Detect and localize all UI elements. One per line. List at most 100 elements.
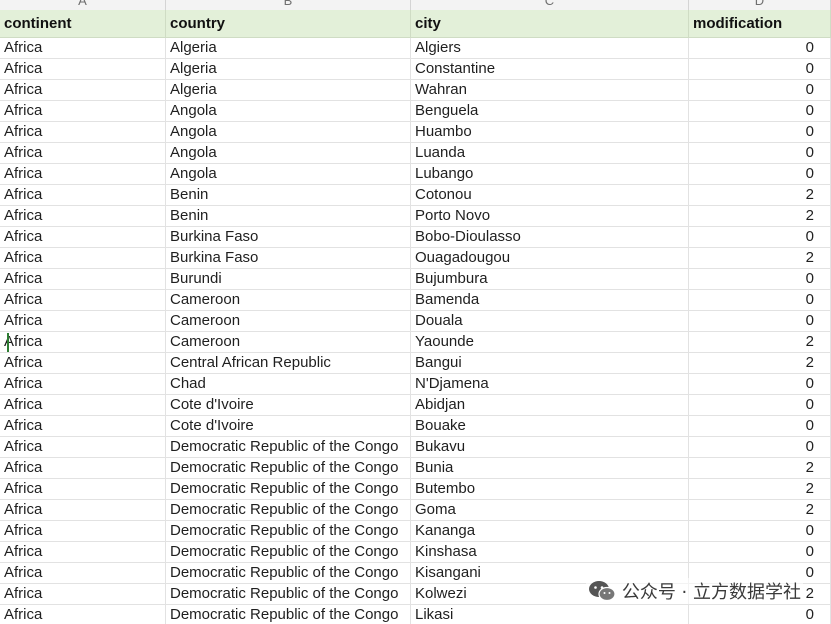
cell-continent[interactable]: Africa <box>0 542 166 562</box>
cell-country[interactable]: Democratic Republic of the Congo <box>166 521 411 541</box>
cell-modification[interactable]: 0 <box>689 437 831 457</box>
cell-modification[interactable]: 2 <box>689 248 831 268</box>
cell-city[interactable]: Douala <box>411 311 689 331</box>
cell-country[interactable]: Democratic Republic of the Congo <box>166 542 411 562</box>
cell-city[interactable]: Yaounde <box>411 332 689 352</box>
cell-continent[interactable]: Africa <box>0 269 166 289</box>
cell-continent[interactable]: Africa <box>0 227 166 247</box>
cell-country[interactable]: Algeria <box>166 59 411 79</box>
cell-country[interactable]: Democratic Republic of the Congo <box>166 458 411 478</box>
cell-country[interactable]: Benin <box>166 206 411 226</box>
cell-city[interactable]: Cotonou <box>411 185 689 205</box>
cell-modification[interactable]: 2 <box>689 500 831 520</box>
cell-modification[interactable]: 2 <box>689 185 831 205</box>
cell-city[interactable]: Lubango <box>411 164 689 184</box>
cell-modification[interactable]: 0 <box>689 269 831 289</box>
cell-continent[interactable]: Africa <box>0 584 166 604</box>
header-cell-city[interactable]: city <box>411 10 689 37</box>
cell-country[interactable]: Democratic Republic of the Congo <box>166 479 411 499</box>
header-cell-country[interactable]: country <box>166 10 411 37</box>
cell-modification[interactable]: 0 <box>689 59 831 79</box>
cell-city[interactable]: Bobo-Dioulasso <box>411 227 689 247</box>
cell-country[interactable]: Democratic Republic of the Congo <box>166 563 411 583</box>
cell-modification[interactable]: 0 <box>689 374 831 394</box>
cell-modification[interactable]: 2 <box>689 332 831 352</box>
cell-country[interactable]: Cameroon <box>166 290 411 310</box>
column-letter-b[interactable]: B <box>166 0 411 10</box>
cell-city[interactable]: Ouagadougou <box>411 248 689 268</box>
cell-continent[interactable]: Africa <box>0 479 166 499</box>
cell-continent[interactable]: Africa <box>0 332 166 352</box>
cell-country[interactable]: Angola <box>166 101 411 121</box>
cell-country[interactable]: Central African Republic <box>166 353 411 373</box>
cell-continent[interactable]: Africa <box>0 185 166 205</box>
cell-country[interactable]: Burkina Faso <box>166 248 411 268</box>
cell-city[interactable]: Huambo <box>411 122 689 142</box>
cell-city[interactable]: Wahran <box>411 80 689 100</box>
column-letter-d[interactable]: D <box>689 0 831 10</box>
cell-continent[interactable]: Africa <box>0 59 166 79</box>
cell-continent[interactable]: Africa <box>0 605 166 624</box>
column-letter-a[interactable]: A <box>0 0 166 10</box>
cell-city[interactable]: Constantine <box>411 59 689 79</box>
cell-country[interactable]: Cote d'Ivoire <box>166 395 411 415</box>
cell-city[interactable]: Luanda <box>411 143 689 163</box>
cell-continent[interactable]: Africa <box>0 164 166 184</box>
cell-continent[interactable]: Africa <box>0 38 166 58</box>
cell-country[interactable]: Burundi <box>166 269 411 289</box>
cell-modification[interactable]: 0 <box>689 542 831 562</box>
cell-country[interactable]: Angola <box>166 143 411 163</box>
cell-continent[interactable]: Africa <box>0 206 166 226</box>
cell-modification[interactable]: 0 <box>689 122 831 142</box>
header-cell-continent[interactable]: continent <box>0 10 166 37</box>
cell-city[interactable]: Algiers <box>411 38 689 58</box>
cell-country[interactable]: Democratic Republic of the Congo <box>166 605 411 624</box>
cell-city[interactable]: Bukavu <box>411 437 689 457</box>
header-cell-modification[interactable]: modification <box>689 10 831 37</box>
cell-city[interactable]: Butembo <box>411 479 689 499</box>
cell-continent[interactable]: Africa <box>0 101 166 121</box>
cell-continent[interactable]: Africa <box>0 353 166 373</box>
cell-city[interactable]: Bunia <box>411 458 689 478</box>
cell-city[interactable]: N'Djamena <box>411 374 689 394</box>
cell-country[interactable]: Algeria <box>166 38 411 58</box>
cell-continent[interactable]: Africa <box>0 290 166 310</box>
cell-country[interactable]: Burkina Faso <box>166 227 411 247</box>
column-letter-c[interactable]: C <box>411 0 689 10</box>
cell-country[interactable]: Angola <box>166 164 411 184</box>
cell-country[interactable]: Cameroon <box>166 311 411 331</box>
cell-modification[interactable]: 0 <box>689 416 831 436</box>
cell-modification[interactable]: 2 <box>689 479 831 499</box>
cell-modification[interactable]: 0 <box>689 395 831 415</box>
cell-city[interactable]: Bujumbura <box>411 269 689 289</box>
cell-continent[interactable]: Africa <box>0 500 166 520</box>
cell-country[interactable]: Democratic Republic of the Congo <box>166 500 411 520</box>
cell-city[interactable]: Kinshasa <box>411 542 689 562</box>
cell-city[interactable]: Abidjan <box>411 395 689 415</box>
cell-country[interactable]: Cameroon <box>166 332 411 352</box>
cell-continent[interactable]: Africa <box>0 521 166 541</box>
cell-modification[interactable]: 0 <box>689 143 831 163</box>
cell-city[interactable]: Bouake <box>411 416 689 436</box>
cell-modification[interactable]: 2 <box>689 353 831 373</box>
cell-continent[interactable]: Africa <box>0 395 166 415</box>
cell-continent[interactable]: Africa <box>0 122 166 142</box>
cell-city[interactable]: Goma <box>411 500 689 520</box>
cell-continent[interactable]: Africa <box>0 248 166 268</box>
cell-continent[interactable]: Africa <box>0 416 166 436</box>
cell-country[interactable]: Benin <box>166 185 411 205</box>
cell-city[interactable]: Bamenda <box>411 290 689 310</box>
cell-city[interactable]: Kananga <box>411 521 689 541</box>
cell-modification[interactable]: 0 <box>689 521 831 541</box>
cell-modification[interactable]: 2 <box>689 206 831 226</box>
cell-modification[interactable]: 0 <box>689 290 831 310</box>
cell-country[interactable]: Algeria <box>166 80 411 100</box>
cell-modification[interactable]: 0 <box>689 80 831 100</box>
cell-city[interactable]: Porto Novo <box>411 206 689 226</box>
cell-country[interactable]: Democratic Republic of the Congo <box>166 584 411 604</box>
cell-continent[interactable]: Africa <box>0 143 166 163</box>
cell-country[interactable]: Democratic Republic of the Congo <box>166 437 411 457</box>
cell-modification[interactable]: 0 <box>689 227 831 247</box>
cell-city[interactable]: Likasi <box>411 605 689 624</box>
cell-modification[interactable]: 0 <box>689 605 831 624</box>
